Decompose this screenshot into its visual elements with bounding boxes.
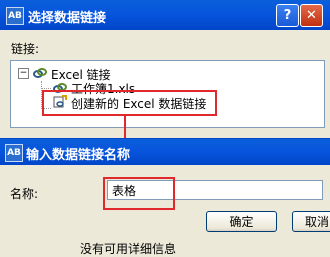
enter-data-link-name-dialog: AB 输入数据链接名称 名称: 确定 取消 没有可用详细信息	[0, 138, 330, 256]
chain-link-icon	[33, 68, 47, 78]
tree-connector	[41, 88, 51, 89]
collapse-expander-icon[interactable]: −	[18, 68, 29, 79]
dialog-title: 选择数据链接	[28, 11, 107, 26]
title-bar[interactable]: AB 输入数据链接名称	[0, 139, 330, 165]
close-button[interactable]: ✕	[300, 4, 323, 27]
dialog-title: 输入数据链接名称	[26, 148, 131, 163]
app-icon: AB	[5, 144, 23, 162]
highlight-box	[103, 177, 175, 210]
app-icon: AB	[6, 7, 24, 25]
link-label: 链接:	[11, 42, 40, 56]
ok-button[interactable]: 确定	[206, 211, 277, 232]
cancel-button[interactable]: 取消	[292, 211, 330, 232]
highlight-box	[42, 90, 217, 116]
title-bar[interactable]: AB 选择数据链接 ? ✕	[0, 0, 330, 30]
name-label: 名称:	[10, 187, 39, 201]
help-button[interactable]: ?	[276, 4, 299, 27]
